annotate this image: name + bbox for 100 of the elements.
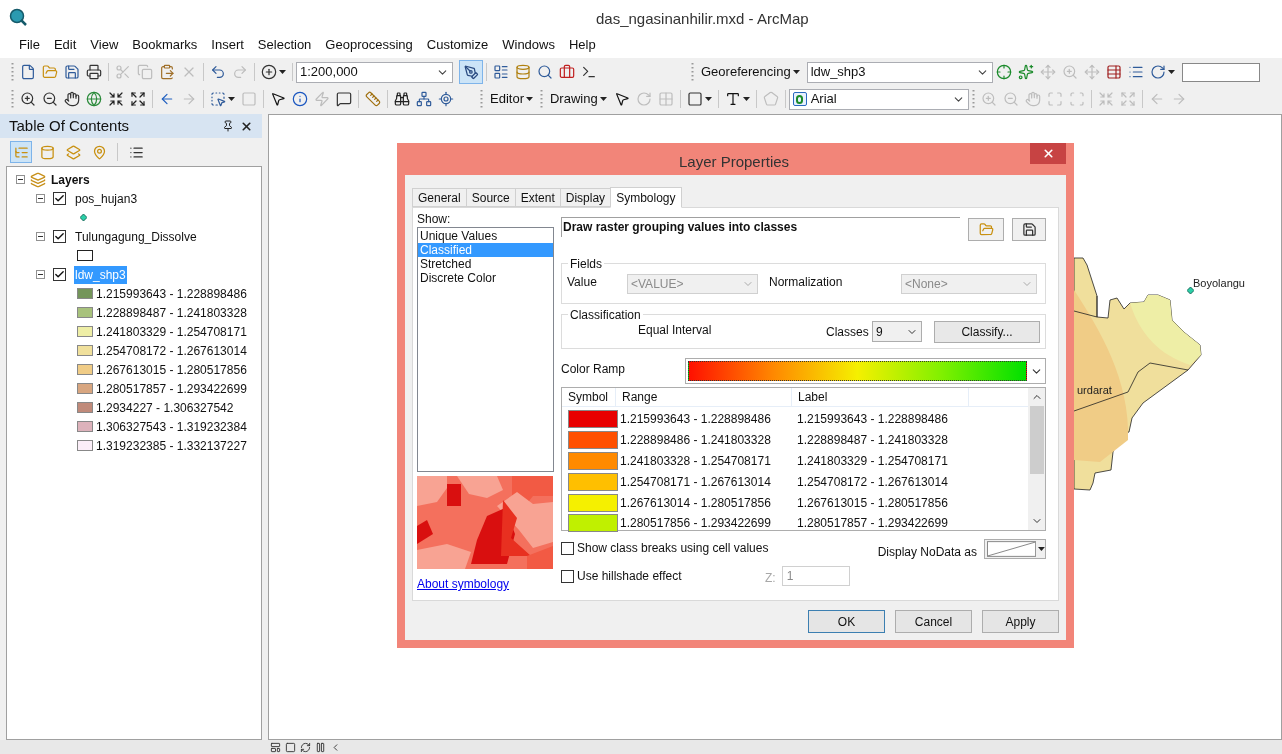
open-folder-icon[interactable]	[42, 64, 58, 80]
tab[interactable]: Extent	[514, 188, 561, 207]
rectangle-icon[interactable]	[686, 91, 703, 107]
menu-item[interactable]: View	[83, 35, 126, 55]
drawing-menu[interactable]: Drawing	[545, 89, 611, 109]
tab[interactable]: Symbology	[610, 187, 682, 208]
fixed-zoom-in-icon[interactable]	[108, 91, 124, 107]
new-document-icon[interactable]	[20, 64, 36, 80]
tab[interactable]: Display	[559, 188, 612, 207]
close-icon[interactable]	[240, 119, 253, 133]
nodata-color-dropdown[interactable]	[984, 539, 1046, 559]
column-header[interactable]: Label	[792, 388, 969, 406]
menu-item[interactable]: Insert	[204, 35, 251, 55]
caret-icon[interactable]	[599, 97, 607, 101]
symbol-swatch[interactable]	[568, 472, 618, 491]
close-button[interactable]	[1030, 143, 1066, 164]
font-combobox[interactable]: Arial	[788, 88, 969, 110]
georeferencing-menu[interactable]: Georeferencing	[697, 62, 804, 82]
network-icon[interactable]	[416, 91, 432, 107]
toolbar-grip-icon[interactable]	[971, 90, 975, 108]
terminal-icon[interactable]	[581, 64, 597, 80]
toolbar-grip-icon[interactable]	[11, 90, 14, 108]
toolbar-grip-icon[interactable]	[11, 63, 14, 81]
menu-item[interactable]: Selection	[250, 35, 319, 55]
checkbox[interactable]	[561, 569, 574, 583]
scrollbar[interactable]	[1028, 388, 1045, 530]
symbol-swatch[interactable]	[568, 493, 618, 512]
catalog-icon[interactable]	[515, 64, 531, 80]
tree-item[interactable]: Tulungagung_Dissolve	[74, 227, 198, 246]
caret-icon[interactable]	[1167, 70, 1175, 74]
layout-view-icon[interactable]	[285, 741, 296, 753]
rotate-icon[interactable]	[1149, 64, 1166, 80]
checkbox[interactable]	[53, 192, 66, 205]
tab[interactable]: General	[412, 188, 467, 207]
pin-icon[interactable]	[222, 120, 234, 132]
dialog-button[interactable]: OK	[808, 610, 885, 633]
classify-button[interactable]: Classify...	[934, 320, 1040, 343]
ruler-icon[interactable]	[365, 91, 381, 107]
pan-icon[interactable]	[64, 91, 80, 107]
popup-icon[interactable]	[336, 91, 352, 107]
layer-combobox[interactable]: ldw_shp3	[806, 61, 993, 83]
list-icon[interactable]	[1127, 64, 1144, 80]
menu-item[interactable]: Geoprocessing	[318, 35, 420, 55]
list-item[interactable]: Discrete Color	[418, 271, 553, 285]
pause-icon[interactable]	[315, 741, 326, 753]
fixed-zoom-out-icon[interactable]	[130, 91, 146, 107]
caret-icon[interactable]	[525, 97, 533, 101]
column-header[interactable]: Range	[616, 388, 792, 406]
caret-icon[interactable]	[792, 70, 800, 74]
text-icon[interactable]	[724, 91, 741, 107]
collapse-icon[interactable]	[36, 270, 45, 279]
collapse-icon[interactable]	[16, 175, 25, 184]
edit-tool-icon[interactable]	[459, 60, 483, 84]
menu-item[interactable]: Bookmarks	[125, 35, 205, 55]
symbol-swatch[interactable]	[568, 431, 618, 450]
save-button[interactable]	[1012, 218, 1046, 241]
z-factor-field[interactable]: 1	[781, 566, 850, 586]
tab[interactable]: Source	[465, 188, 516, 207]
table-of-contents-icon[interactable]	[493, 64, 509, 80]
menu-item[interactable]: Help	[561, 35, 603, 55]
zoom-out-icon[interactable]	[42, 91, 58, 107]
list-item[interactable]: Unique Values	[418, 229, 553, 243]
paste-icon[interactable]	[159, 64, 175, 80]
link[interactable]: About symbology	[417, 575, 554, 593]
checkbox[interactable]	[561, 541, 574, 555]
caret-icon[interactable]	[742, 97, 750, 101]
caret-icon[interactable]	[228, 97, 235, 101]
toolbar-grip-icon[interactable]	[480, 90, 483, 108]
add-data-icon[interactable]	[261, 64, 277, 80]
menu-item[interactable]: Customize	[419, 35, 496, 55]
symbol-swatch[interactable]	[568, 410, 618, 429]
list-item[interactable]: Stretched	[418, 257, 553, 271]
search-icon[interactable]	[537, 64, 553, 80]
dialog-button[interactable]: Apply	[982, 610, 1059, 633]
globe-icon[interactable]	[86, 91, 102, 107]
menu-item[interactable]: File	[12, 35, 47, 55]
binoculars-icon[interactable]	[394, 91, 410, 107]
tree-item[interactable]: pos_hujan3	[74, 189, 139, 208]
identify-icon[interactable]	[292, 91, 308, 107]
input-field[interactable]	[1181, 62, 1260, 82]
printer-icon[interactable]	[86, 64, 102, 80]
open-folder-button[interactable]	[968, 218, 1005, 241]
symbol-swatch[interactable]	[568, 452, 618, 470]
menu-item[interactable]: Edit	[46, 35, 84, 55]
caret-icon[interactable]	[1038, 547, 1045, 551]
checkbox[interactable]	[53, 230, 66, 243]
column-header[interactable]: Symbol	[562, 388, 616, 406]
undo-icon[interactable]	[210, 64, 226, 80]
refresh-icon[interactable]	[300, 741, 311, 753]
checkbox[interactable]	[53, 268, 66, 281]
classes-dropdown[interactable]: 9	[872, 321, 922, 342]
pointer-icon[interactable]	[270, 91, 286, 107]
menu-item[interactable]: Windows	[495, 35, 562, 55]
select-features-icon[interactable]	[210, 91, 226, 107]
dialog-button[interactable]: Cancel	[895, 610, 972, 633]
save-icon[interactable]	[64, 64, 80, 80]
editor-menu[interactable]: Editor	[486, 89, 537, 109]
locate-icon[interactable]	[438, 91, 454, 107]
toolbox-icon[interactable]	[559, 64, 575, 80]
caret-icon[interactable]	[704, 97, 712, 101]
